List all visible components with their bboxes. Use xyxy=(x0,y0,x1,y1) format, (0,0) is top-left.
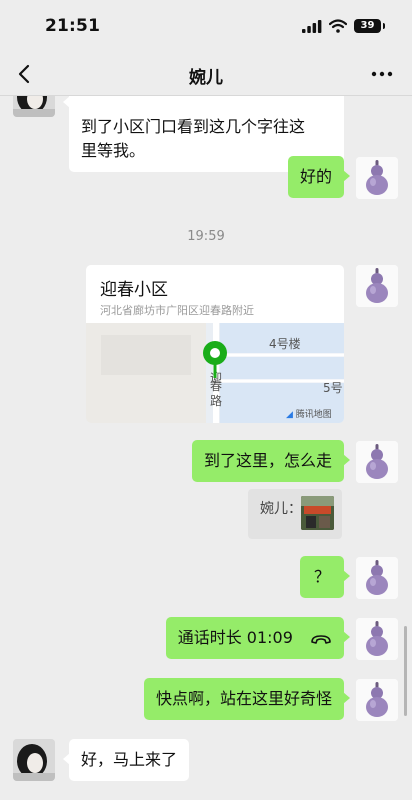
message-text: 到了小区门口看到这几个字往这 里等我。 xyxy=(81,117,306,160)
my-avatar[interactable] xyxy=(356,557,398,599)
message-bubble-incoming[interactable]: 好，马上来了 xyxy=(62,739,190,781)
gourd-avatar-icon xyxy=(356,441,398,483)
map-road-label: 春 路 xyxy=(210,379,223,408)
my-avatar[interactable] xyxy=(356,265,398,307)
message-text: 好的 xyxy=(299,167,332,186)
message-text: 快点啊，站在这里好奇怪 xyxy=(155,689,332,708)
gourd-avatar-icon xyxy=(356,557,398,599)
phone-hangup-icon xyxy=(311,634,331,644)
girl-avatar-icon xyxy=(13,739,55,781)
gourd-avatar-icon xyxy=(356,157,398,199)
map-pin-icon xyxy=(203,341,227,378)
map-building-label: 4号楼 xyxy=(269,337,301,351)
message-bubble-outgoing[interactable]: 快点啊，站在这里好奇怪 xyxy=(143,678,351,720)
message-text: ？ xyxy=(313,567,330,586)
wifi-icon xyxy=(329,19,347,33)
battery-tip xyxy=(383,23,385,29)
gourd-avatar-icon xyxy=(356,618,398,660)
girl-avatar-icon xyxy=(13,96,55,117)
cellular-signal-icon xyxy=(302,20,322,33)
quote-author: 婉儿： xyxy=(260,501,302,517)
more-options-icon[interactable] xyxy=(368,64,396,84)
location-card[interactable]: 迎春小区 河北省廊坊市广阳区迎春路附近 4号楼 5号 迎 春 路 xyxy=(86,265,344,423)
chat-header: 婉儿 xyxy=(0,52,412,96)
my-avatar[interactable] xyxy=(356,157,398,199)
my-avatar[interactable] xyxy=(356,618,398,660)
message-bubble-outgoing[interactable]: 到了这里，怎么走 xyxy=(191,440,351,482)
location-name: 迎春小区 xyxy=(100,280,168,300)
message-bubble-outgoing[interactable]: ？ xyxy=(299,556,351,598)
map-provider-label: ◢ 腾讯地图 xyxy=(286,410,332,420)
gourd-avatar-icon xyxy=(356,265,398,307)
location-map[interactable]: 4号楼 5号 迎 春 路 ◢ 腾讯地图 xyxy=(86,323,344,423)
status-bar: 21:51 39 xyxy=(0,0,412,52)
quoted-image-thumbnail[interactable] xyxy=(301,496,334,530)
battery-level: 39 xyxy=(360,20,375,31)
message-timestamp: 19:59 xyxy=(187,229,225,244)
call-record-bubble[interactable]: 通话时长 01:09 xyxy=(165,617,351,659)
quoted-message[interactable]: 婉儿： xyxy=(248,489,342,539)
status-time: 21:51 xyxy=(45,16,101,36)
gourd-avatar-icon xyxy=(356,679,398,721)
message-bubble-outgoing[interactable]: 好的 xyxy=(287,156,351,198)
message-text: 好，马上来了 xyxy=(81,750,178,769)
location-address: 河北省廊坊市广阳区迎春路附近 xyxy=(100,304,254,317)
photo-thumbnail-icon xyxy=(301,496,334,530)
contact-avatar[interactable] xyxy=(13,96,55,117)
my-avatar[interactable] xyxy=(356,441,398,483)
tencent-map-icon: ◢ xyxy=(286,410,293,420)
message-text: 到了这里，怎么走 xyxy=(203,451,332,470)
contact-avatar[interactable] xyxy=(13,739,55,781)
scrollbar[interactable] xyxy=(404,626,407,716)
call-duration-text: 通话时长 01:09 xyxy=(177,628,293,647)
chat-message-list[interactable]: 到了小区门口看到这几个字往这 里等我。 好的 19:59 迎春小区 河北省廊坊市… xyxy=(0,96,412,800)
my-avatar[interactable] xyxy=(356,679,398,721)
chat-title: 婉儿 xyxy=(189,68,223,88)
map-building-label-2: 5号 xyxy=(323,381,343,395)
